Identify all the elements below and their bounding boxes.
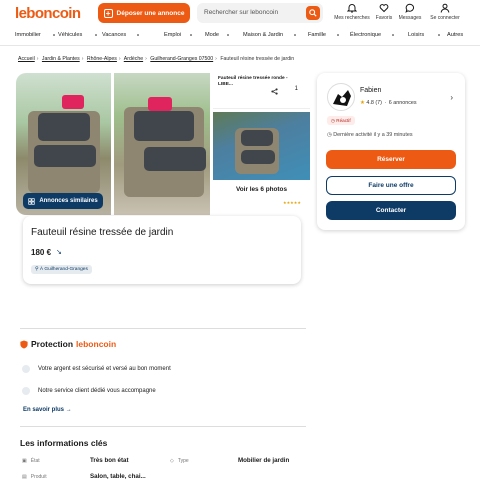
ad-price: 180 € [31, 248, 52, 257]
section-divider [20, 328, 306, 329]
section-divider [20, 426, 306, 427]
nav-messages[interactable]: Messages [392, 3, 428, 21]
logo[interactable]: leboncoin [15, 5, 81, 22]
secure-payment-icon [22, 365, 30, 373]
category-separator [438, 34, 440, 36]
photo-gallery[interactable]: Fauteuil résine tressée ronde - LIBE... … [16, 73, 310, 215]
category-separator [95, 34, 97, 36]
reactive-badge: ◷ Réactif [327, 116, 355, 125]
header-divider [0, 45, 480, 46]
breadcrumb-link[interactable]: Ardèche [124, 56, 143, 62]
breadcrumb-link[interactable]: Accueil [18, 56, 35, 62]
category-mode[interactable]: Mode [205, 32, 219, 38]
category-autres[interactable]: Autres [447, 32, 463, 38]
grid-icon [28, 197, 35, 205]
nav-mes-recherches[interactable]: Mes recherches [334, 3, 370, 21]
category-immobilier[interactable]: Immobilier [15, 32, 41, 38]
header: leboncoin + Déposer une annonce Recherch… [0, 0, 480, 28]
search-button[interactable] [306, 6, 320, 20]
bell-icon [347, 4, 357, 13]
protection-item: Votre argent est sécurisé et versé au bo… [22, 365, 171, 373]
category-separator [53, 34, 55, 36]
ad-summary-card: Fauteuil résine tressée de jardin 180 € … [23, 216, 301, 284]
nav-label: Se connecter [430, 15, 460, 21]
nav-label: Messages [398, 15, 422, 21]
post-ad-button[interactable]: + Déposer une annonce [98, 3, 190, 23]
mini-ad-title: Fauteuil résine tressée ronde - LIBE... [218, 76, 288, 87]
product-icon: ▤ [22, 474, 27, 480]
similar-ads-label: Annonces similaires [39, 198, 98, 204]
similar-ads-button[interactable]: Annonces similaires [23, 193, 103, 209]
category-nav: Immobilier Véhicules Vacances Emploi Mod… [15, 31, 477, 41]
arrow-right-icon: → [65, 407, 72, 413]
support-icon [22, 387, 30, 395]
share-icon[interactable] [271, 88, 278, 95]
nav-se-connecter[interactable]: Se connecter [427, 3, 463, 21]
search-icon [309, 9, 317, 17]
category-separator [337, 34, 339, 36]
see-all-photos-button[interactable]: Voir les 6 photos [213, 186, 310, 193]
breadcrumb-link[interactable]: Guilherand-Granges 07500 [150, 56, 213, 62]
key-info-value: Mobilier de jardin [238, 457, 290, 464]
shield-icon [20, 340, 28, 348]
search-bar[interactable]: Rechercher sur leboncoin [197, 3, 323, 23]
breadcrumb-link[interactable]: Rhône-Alpes [87, 56, 117, 62]
avatar[interactable] [327, 83, 355, 111]
search-placeholder[interactable]: Rechercher sur leboncoin [204, 9, 278, 16]
stars-icon: ★★★★★ [283, 200, 301, 205]
seller-rating: ★ 4.8 (7) · 6 annonces [360, 100, 417, 106]
category-maison-jardin[interactable]: Maison & Jardin [243, 32, 283, 38]
price-trend-icon[interactable]: ↘ [56, 248, 62, 256]
make-offer-button[interactable]: Faire une offre [326, 176, 456, 195]
photo-3-listing-preview[interactable]: Fauteuil résine tressée ronde - LIBE... … [213, 73, 310, 109]
ad-title: Fauteuil résine tressée de jardin [31, 227, 174, 238]
tag-icon: ◇ [170, 458, 174, 464]
key-info-label: ▤ Produit [22, 474, 47, 480]
breadcrumb-current: Fauteuil résine tressée de jardin [220, 56, 295, 62]
last-activity: ◷ Dernière activité il y a 39 minutes [327, 132, 413, 138]
learn-more-link[interactable]: En savoir plus → [23, 407, 72, 413]
category-electronique[interactable]: Électronique [350, 32, 381, 38]
protection-title: Protection leboncoin [20, 339, 116, 349]
message-icon [405, 3, 415, 13]
location-label: À Guilherand-Granges [39, 267, 88, 272]
key-info-value: Très bon état [90, 457, 129, 464]
photo-4[interactable]: Voir les 6 photos ★★★★★ [213, 112, 310, 215]
key-info-title: Les informations clés [20, 438, 108, 448]
seller-name[interactable]: Fabien [360, 87, 381, 94]
category-emploi[interactable]: Emploi [164, 32, 181, 38]
condition-icon: ▣ [22, 458, 27, 464]
category-separator [294, 34, 296, 36]
category-separator [137, 34, 139, 36]
category-vacances[interactable]: Vacances [102, 32, 126, 38]
post-ad-label: Déposer une annonce [116, 9, 185, 17]
seller-avatar-icon [333, 90, 351, 106]
seller-ads-count: 6 annonces [388, 100, 417, 106]
category-famille[interactable]: Famille [308, 32, 326, 38]
chevron-right-icon[interactable]: › [450, 93, 453, 102]
protection-item: Notre service client dédié vous accompag… [22, 387, 156, 395]
location-badge[interactable]: ⚲ À Guilherand-Granges [31, 265, 92, 274]
category-separator [392, 34, 394, 36]
seller-card: Fabien ★ 4.8 (7) · 6 annonces › ◷ Réacti… [317, 73, 465, 230]
star-icon: ★ [360, 100, 365, 106]
category-separator [190, 34, 192, 36]
contact-button[interactable]: Contacter [326, 201, 456, 220]
user-icon [440, 3, 450, 13]
breadcrumb-link[interactable]: Jardin & Plantes [42, 56, 80, 62]
nav-label: Mes recherches [334, 15, 370, 21]
key-info-label: ▣ État [22, 458, 40, 464]
category-vehicules[interactable]: Véhicules [58, 32, 82, 38]
category-separator [227, 34, 229, 36]
favorite-count: 1 [294, 86, 298, 92]
breadcrumb: Accueil › Jardin & Plantes › Rhône-Alpes › … [18, 56, 295, 62]
key-info-value: Salon, table, chai... [90, 473, 146, 480]
plus-icon: + [103, 8, 113, 18]
photo-2[interactable] [114, 73, 210, 215]
reserve-button[interactable]: Réserver [326, 150, 456, 169]
key-info-label: ◇ Type [170, 458, 189, 464]
category-loisirs[interactable]: Loisirs [408, 32, 424, 38]
heart-icon [379, 4, 389, 13]
